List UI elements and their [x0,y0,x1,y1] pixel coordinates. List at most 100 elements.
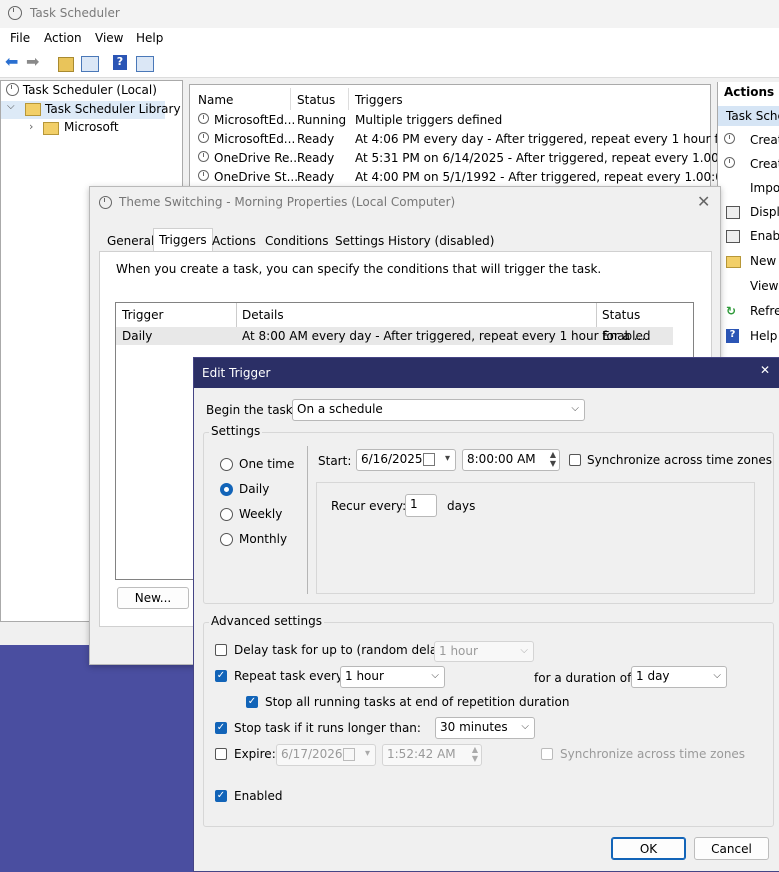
show-hide-tree-icon[interactable] [81,56,99,72]
menu-file[interactable]: File [10,31,30,45]
column-name[interactable]: Name [198,93,233,107]
column-status[interactable]: Status [297,93,335,107]
radio-daily[interactable] [220,483,233,496]
dialog-title: Edit Trigger [202,366,271,380]
sync-time-zones-checkbox[interactable] [569,454,581,466]
tab-history[interactable]: History (disabled) [383,231,499,251]
action-label: Displa [750,205,779,219]
calendar-icon[interactable] [423,453,435,466]
repeat-task-checkbox[interactable]: ✓ [215,670,227,682]
table-row[interactable]: MicrosoftEd... Running Multiple triggers… [198,113,502,131]
expire-time-spinner[interactable]: 1:52:42 AM ▲ ▼ [382,744,482,766]
task-triggers: Multiple triggers defined [355,113,503,127]
stop-if-longer-select[interactable]: 30 minutes ⌵ [435,717,535,739]
tab-general[interactable]: General [102,231,159,251]
history-icon [726,230,740,243]
tab-triggers[interactable]: Triggers [153,228,213,252]
delay-task-checkbox[interactable] [215,644,227,656]
window-icon [726,206,740,219]
stop-if-longer-checkbox[interactable]: ✓ [215,722,227,734]
task-triggers: At 4:00 PM on 5/1/1992 - After triggered… [355,170,769,184]
help-icon[interactable]: ? [113,55,127,70]
chevron-right-icon[interactable]: › [29,120,33,133]
action-label: New I [750,254,779,268]
actions-section-label: Task Sched [726,109,779,123]
action-label: Creat [750,157,779,171]
tree-item-root[interactable]: Task Scheduler (Local) [6,83,157,101]
menu-view[interactable]: View [95,31,123,45]
menu-action[interactable]: Action [44,31,82,45]
action-create-task[interactable]: Creat [724,157,779,177]
clock-icon [198,170,209,181]
column-triggers[interactable]: Triggers [355,93,403,107]
action-enable-history[interactable]: Enabl [724,229,779,249]
chevron-down-icon: ▾ [444,453,450,464]
action-new-folder[interactable]: New I [724,254,779,274]
folder-up-icon[interactable] [58,57,74,72]
actions-section[interactable]: Task Sched [718,106,779,126]
table-row[interactable]: OneDrive Re... Ready At 5:31 PM on 6/14/… [198,151,769,169]
advanced-settings-label: Advanced settings [209,614,324,628]
repeat-interval-value: 1 hour [345,669,384,683]
task-status: Ready [297,170,335,184]
forward-arrow-icon[interactable]: ➡ [26,52,44,71]
duration-select[interactable]: 1 day ⌵ [631,666,727,688]
tab-actions[interactable]: Actions [207,231,261,251]
show-hide-action-pane-icon[interactable] [136,56,154,72]
enabled-checkbox[interactable]: ✓ [215,790,227,802]
ok-button[interactable]: OK [611,837,686,860]
column-status[interactable]: Status [602,308,640,322]
clock-icon [6,83,19,96]
folder-icon [43,122,59,135]
cancel-button[interactable]: Cancel [694,837,769,860]
chevron-down-icon: ▾ [364,748,370,759]
action-refresh[interactable]: ↻ Refre [724,304,779,324]
menu-help[interactable]: Help [136,31,163,45]
action-help[interactable]: ? Help [724,329,779,349]
stop-if-longer-label: Stop task if it runs longer than: [234,721,421,735]
expire-checkbox[interactable] [215,748,227,760]
tree-item-microsoft[interactable]: › Microsoft [1,119,165,137]
spinner-arrows-icon[interactable]: ▲ ▼ [472,745,478,763]
recur-days-input[interactable]: 1 [405,494,437,517]
action-display-running[interactable]: Displa [724,205,779,225]
action-create-basic-task[interactable]: Creat [724,133,779,153]
radio-one-time[interactable] [220,458,233,471]
expire-sync-time-zones-checkbox[interactable] [541,748,553,760]
expire-date-picker[interactable]: 6/17/2026 ▾ [276,744,376,766]
task-triggers: At 4:06 PM every day - After triggered, … [355,132,765,146]
radio-monthly[interactable] [220,533,233,546]
radio-monthly-label: Monthly [239,532,288,546]
chevron-down-icon[interactable]: ⌵ [7,101,15,112]
start-time-spinner[interactable]: 8:00:00 AM ▲ ▼ [462,449,560,471]
expire-date-value: 6/17/2026 [281,747,343,761]
stop-all-tasks-checkbox[interactable]: ✓ [246,696,258,708]
tab-conditions[interactable]: Conditions [260,231,334,251]
delay-task-label: Delay task for up to (random delay): [234,643,454,657]
back-arrow-icon[interactable]: ⬅ [5,52,23,71]
edit-trigger-dialog: Edit Trigger ✕ Begin the task: On a sche… [193,357,779,872]
expire-label: Expire: [234,747,276,761]
table-row[interactable]: MicrosoftEd... Ready At 4:06 PM every da… [198,132,765,150]
column-trigger[interactable]: Trigger [122,308,163,322]
repeat-interval-select[interactable]: 1 hour ⌵ [340,666,445,688]
action-import-task[interactable]: Impo [724,181,779,201]
close-icon[interactable]: ✕ [760,363,770,377]
delay-task-select[interactable]: 1 hour ⌵ [434,641,534,662]
tab-settings[interactable]: Settings [330,231,389,251]
radio-weekly[interactable] [220,508,233,521]
start-date-picker[interactable]: 6/16/2025 ▾ [356,449,456,471]
close-icon[interactable]: ✕ [697,192,710,211]
task-status: Ready [297,132,335,146]
folder-icon [726,256,741,268]
clock-icon [198,151,209,162]
spinner-arrows-icon[interactable]: ▲ ▼ [550,450,556,468]
table-row[interactable]: Daily At 8:00 AM every day - After trigg… [116,327,673,345]
column-details[interactable]: Details [242,308,284,322]
action-view[interactable]: View [724,279,779,299]
calendar-icon[interactable] [343,748,355,761]
tree-item-library[interactable]: ⌵ Task Scheduler Library [1,101,181,119]
task-name: MicrosoftEd... [214,132,296,146]
new-trigger-button[interactable]: New... [117,587,189,609]
begin-task-select[interactable]: On a schedule ⌵ [292,399,585,421]
